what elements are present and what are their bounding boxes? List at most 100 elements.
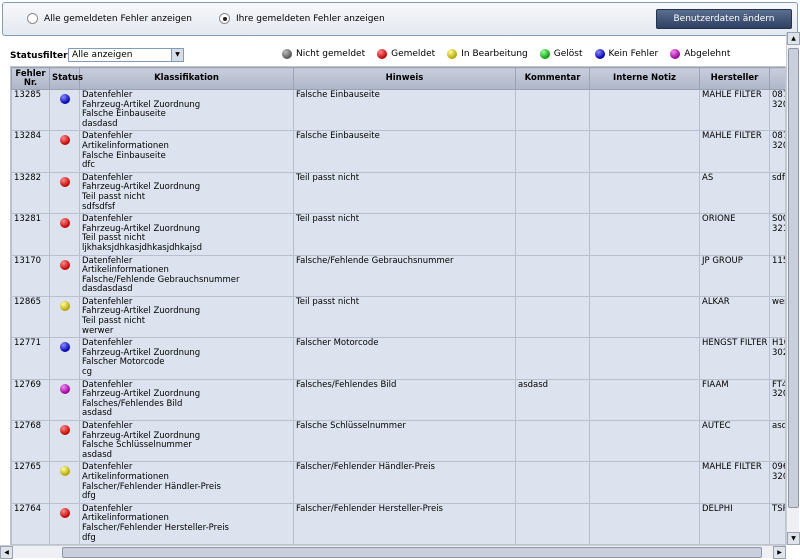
column-header-hinweis[interactable]: Hinweis [293,67,516,90]
cell-kommentar [515,502,590,544]
column-header-klassifikation[interactable]: Klassifikation [79,67,294,90]
table-row[interactable]: 13282 Datenfehler Fahrzeug-Artikel Zuordnu… [11,171,785,215]
cell-kommentar [515,295,590,339]
extra-line: asd [772,421,786,431]
scroll-down-icon[interactable]: ▼ [787,532,800,545]
radio-all-label[interactable]: Alle gemeldeten Fehler anzeigen [44,14,192,24]
cell-extra: FT4320 [769,378,785,422]
edit-user-data-button[interactable]: Benutzerdaten ändern [656,9,792,29]
legend-label: Gelöst [553,49,583,59]
status-red-dot-icon [59,425,70,435]
table-row[interactable]: 13170 Datenfehler Artikelinformationen Fals… [11,254,785,297]
filter-bar: Statusfilter Alle anzeigen ▼ Nicht gemel… [10,48,796,64]
cell-hinweis: Teil passt nicht [293,295,516,339]
legend-item-purple: Abgelehnt [670,49,730,59]
klassifikation-line: Falscher Motorcode [82,357,165,368]
chevron-down-icon[interactable]: ▼ [171,49,183,61]
cell-klassifikation: Datenfehler Fahrzeug-Artikel Zuordnung Fal… [79,419,294,463]
red-dot-icon [377,49,388,59]
status-red-dot-icon [59,218,70,229]
cell-extra: 096320 [769,461,785,504]
cell-hersteller: MAHLE FILTER [699,461,770,504]
cell-hinweis: Falsche Einbauseite [293,130,516,173]
scroll-up-icon[interactable]: ▲ [787,32,800,45]
cell-interne-notiz [589,337,700,380]
horizontal-scroll-thumb[interactable] [62,547,762,558]
status-filter-select[interactable]: Alle anzeigen ▼ [68,48,184,62]
table-row[interactable]: 12765 Datenfehler Artikelinformationen Fals… [11,461,785,504]
column-header-nr[interactable]: Fehler Nr. [11,67,50,90]
cell-status [49,295,80,339]
table-row[interactable]: 13281 Datenfehler Fahrzeug-Artikel Zuordnu… [11,213,785,256]
vertical-scroll-thumb[interactable] [788,48,799,508]
cell-nr: 13285 [11,88,50,132]
klassifikation-line: sdfsdfsf [82,201,116,212]
table-row[interactable]: 12764 Datenfehler Artikelinformationen Fals… [11,502,785,544]
cell-nr: 13170 [11,254,50,297]
cell-kommentar [515,461,590,504]
cell-hersteller: ALKAR [699,295,770,339]
cell-nr: 12769 [11,378,50,422]
legend-label: Kein Fehler [608,49,659,59]
cell-hersteller: MAHLE FILTER [699,130,770,173]
klassifikation-line: asdasd [82,408,113,419]
column-header-status[interactable]: Status [49,67,83,90]
extra-line: wer [772,296,785,307]
vertical-scrollbar[interactable]: ▲ ▼ [786,32,800,545]
cell-klassifikation: Datenfehler Fahrzeug-Artikel Zuordnung Tei… [79,295,294,339]
cell-hersteller: FIAAM [699,378,770,422]
klassifikation-line: Teil passt nicht [82,316,146,327]
table-row[interactable]: 12769 Datenfehler Fahrzeug-Artikel Zuordnu… [11,378,785,422]
radio-mine-indicator[interactable] [219,13,230,24]
column-header-hersteller[interactable]: Hersteller [699,67,770,90]
cell-extra: asd [769,419,786,463]
scroll-left-icon[interactable]: ◀ [0,546,13,559]
cell-interne-notiz [589,88,700,132]
cell-hinweis: Teil passt nicht [293,171,516,215]
cell-klassifikation: Datenfehler Fahrzeug-Artikel Zuordnung Fal… [79,88,294,132]
status-red-dot-icon [59,176,70,187]
cell-status [49,171,80,215]
radio-mine-label[interactable]: Ihre gemeldeten Fehler anzeigen [236,14,385,24]
status-yellow-dot-icon [59,300,70,311]
legend-label: Nicht gemeldet [296,49,366,59]
table-row[interactable]: 12768 Datenfehler Fahrzeug-Artikel Zuordnu… [11,419,786,463]
legend-item-green: Gelöst [539,49,583,59]
table-row[interactable]: 12771 Datenfehler Fahrzeug-Artikel Zuordnu… [11,337,785,380]
column-header-interne-notiz[interactable]: Interne Notiz [589,67,700,90]
column-header-kommentar[interactable]: Kommentar [515,67,590,90]
radio-my-errors[interactable]: Ihre gemeldeten Fehler anzeigen [219,13,385,24]
radio-all-errors[interactable]: Alle gemeldeten Fehler anzeigen [27,13,192,24]
cell-interne-notiz [589,130,700,173]
error-table: Fehler Nr. Status Klassifikation Hinweis… [11,67,786,544]
legend-item-gray: Nicht gemeldet [282,49,365,59]
cell-extra: 087320 [769,88,785,132]
cell-nr: 13281 [11,213,50,256]
cell-nr: 12771 [11,337,50,380]
extra-line: 320 [772,99,785,110]
scroll-right-icon[interactable]: ▶ [773,546,786,559]
cell-nr: 13282 [11,171,50,215]
cell-interne-notiz [589,254,700,297]
cell-hinweis: Falsche/Fehlende Gebrauchsnummer [293,254,516,297]
table-row[interactable]: 13284 Datenfehler Artikelinformationen Fals… [11,130,785,173]
cell-kommentar [515,171,590,215]
cell-extra: 115 [769,254,785,297]
status-filter-value: Alle anzeigen [72,50,133,60]
table-row[interactable]: 12865 Datenfehler Fahrzeug-Artikel Zuordnu… [11,295,785,339]
table-row[interactable]: 13285 Datenfehler Fahrzeug-Artikel Zuordnu… [11,88,785,132]
radio-all-indicator[interactable] [27,13,38,24]
horizontal-scrollbar[interactable]: ◀ ▶ [0,545,786,559]
status-red-dot-icon [59,259,70,270]
klassifikation-line: ljkhaksjdhkasjdhkasjdhkajsd [82,242,203,253]
cell-hersteller: ORIONE [699,213,770,256]
column-header-extra[interactable] [769,67,785,90]
cell-interne-notiz [589,171,700,215]
cell-kommentar: asdasd [515,378,590,422]
cell-interne-notiz [589,213,700,256]
error-table-container: Fehler Nr. Status Klassifikation Hinweis… [10,66,786,545]
cell-nr: 12768 [11,419,50,463]
klassifikation-line: Falscher/Fehlender Hersteller-Preis [82,522,229,533]
status-blue-dot-icon [59,342,70,353]
cell-interne-notiz [589,419,700,463]
